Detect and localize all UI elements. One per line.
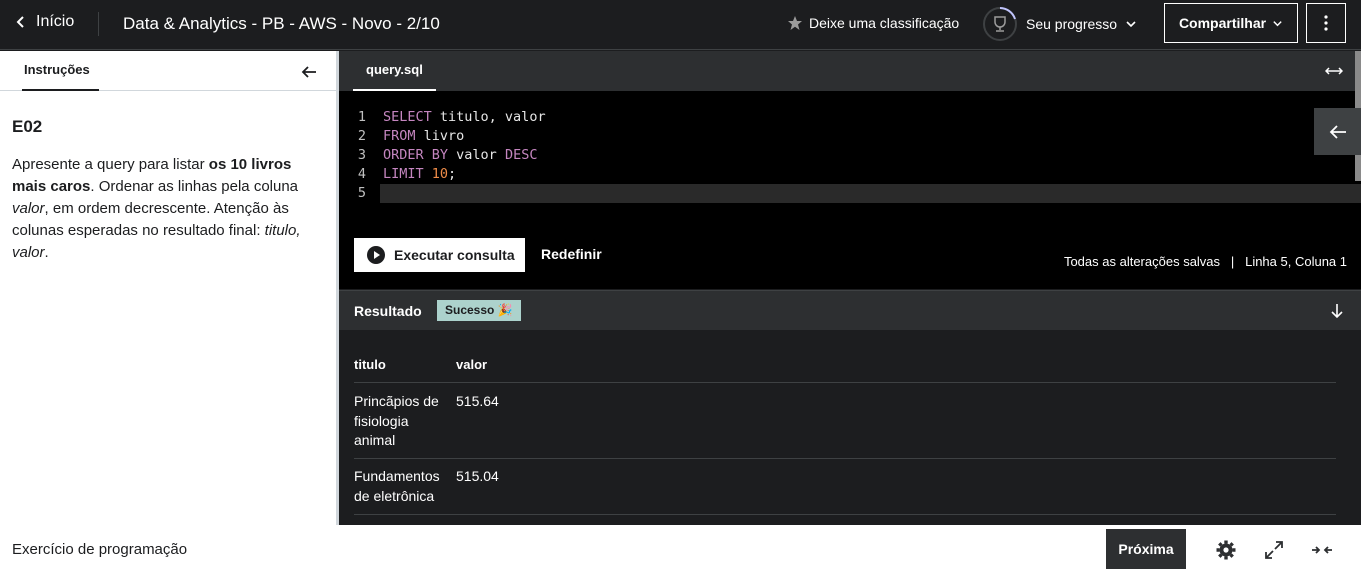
more-options-button[interactable] bbox=[1306, 3, 1346, 43]
desc-text: . Ordenar as linhas pela coluna bbox=[90, 178, 299, 195]
cell-titulo: Fundamentos de eletrônica bbox=[354, 468, 440, 504]
cell-valor: 515.64 bbox=[456, 393, 499, 409]
cell-valor: 515.04 bbox=[456, 468, 499, 484]
sql-keyword: ORDER BY bbox=[383, 147, 449, 163]
top-bar: Início Data & Analytics - PB - AWS - Nov… bbox=[0, 0, 1361, 50]
divider bbox=[98, 12, 99, 36]
next-button[interactable]: Próxima bbox=[1106, 529, 1186, 569]
run-bar: Executar consulta Redefinir Todas as alt… bbox=[339, 219, 1361, 289]
line-number-gutter: 1 2 3 4 5 bbox=[339, 108, 380, 203]
reset-button[interactable]: Redefinir bbox=[541, 246, 602, 262]
code-line: FROM livro bbox=[383, 127, 546, 146]
sql-text: ; bbox=[448, 166, 457, 182]
status-badge: Sucesso 🎉 bbox=[437, 300, 521, 321]
code-line: LIMIT 10; bbox=[383, 165, 546, 184]
code-editor[interactable]: 1 2 3 4 5 SELECT titulo, valor FROM livr… bbox=[339, 91, 1361, 219]
exercise-type-label: Exercício de programação bbox=[12, 541, 188, 558]
progress-button[interactable]: Seu progresso bbox=[982, 6, 1137, 42]
editor-status: Todas as alterações salvas | Linha 5, Co… bbox=[1063, 254, 1347, 269]
expand-horizontal-icon[interactable] bbox=[1325, 63, 1343, 79]
line-number: 3 bbox=[357, 147, 366, 163]
column-header-valor: valor bbox=[456, 357, 488, 372]
line-number: 1 bbox=[357, 109, 366, 125]
tab-instructions[interactable]: Instruções bbox=[22, 51, 99, 91]
row-divider bbox=[354, 382, 1336, 383]
line-number: 2 bbox=[357, 128, 366, 144]
collapse-icon[interactable] bbox=[1311, 539, 1333, 561]
sql-keyword: LIMIT bbox=[383, 166, 424, 182]
course-title: Data & Analytics - PB - AWS - Novo - 2/1… bbox=[123, 14, 440, 33]
sql-text: livro bbox=[415, 128, 465, 144]
sql-text: titulo, valor bbox=[431, 109, 546, 125]
column-header-titulo: titulo bbox=[354, 357, 386, 372]
code-line: SELECT titulo, valor bbox=[383, 108, 546, 127]
desc-italic: valor bbox=[12, 200, 45, 217]
arrow-down-icon[interactable] bbox=[1329, 303, 1345, 319]
row-divider bbox=[354, 514, 1336, 515]
result-table: titulo valor Princãpios de fisiologia an… bbox=[339, 330, 1361, 525]
share-label: Compartilhar bbox=[1178, 15, 1267, 31]
result-header: Resultado Sucesso 🎉 bbox=[339, 290, 1361, 330]
exercise-description: Apresente a query para listar os 10 livr… bbox=[12, 154, 317, 264]
instructions-panel: Instruções E02 Apresente a query para li… bbox=[0, 51, 336, 525]
desc-text: , em ordem decrescente. Atenção às colun… bbox=[12, 200, 289, 239]
exercise-title: E02 bbox=[12, 117, 43, 136]
rate-button[interactable]: Deixe uma classificação bbox=[787, 15, 959, 31]
line-number: 4 bbox=[357, 166, 366, 182]
trophy-icon bbox=[983, 7, 1017, 41]
instructions-tabs: Instruções bbox=[0, 51, 336, 91]
sql-text: valor bbox=[448, 147, 505, 163]
run-query-label: Executar consulta bbox=[394, 247, 515, 263]
chevron-down-icon bbox=[1126, 21, 1136, 28]
fullscreen-icon[interactable] bbox=[1263, 539, 1285, 561]
share-button[interactable]: Compartilhar bbox=[1164, 3, 1298, 43]
row-divider bbox=[354, 458, 1336, 459]
editor-header: query.sql bbox=[339, 51, 1361, 91]
collapse-editor-button[interactable] bbox=[1314, 108, 1361, 155]
star-icon bbox=[788, 16, 802, 30]
run-query-button[interactable]: Executar consulta bbox=[354, 238, 525, 272]
rate-label: Deixe uma classificação bbox=[809, 15, 960, 31]
sql-number: 10 bbox=[431, 166, 449, 182]
more-vertical-icon bbox=[1324, 15, 1328, 31]
back-label: Início bbox=[36, 13, 75, 30]
arrow-left-icon bbox=[1329, 124, 1346, 139]
code-lines: SELECT titulo, valor FROM livro ORDER BY… bbox=[383, 108, 546, 203]
sql-keyword: SELECT bbox=[383, 109, 432, 125]
code-line: ORDER BY valor DESC bbox=[383, 146, 546, 165]
cell-titulo: Princãpios de fisiologia animal bbox=[354, 393, 439, 448]
desc-text: . bbox=[44, 244, 49, 261]
arrow-left-icon[interactable] bbox=[300, 63, 318, 81]
sql-keyword: DESC bbox=[504, 147, 538, 163]
progress-label: Seu progresso bbox=[1026, 16, 1118, 32]
sql-keyword: FROM bbox=[383, 128, 416, 144]
play-icon bbox=[367, 246, 385, 264]
back-button[interactable]: Início bbox=[14, 13, 74, 31]
chevron-left-icon bbox=[16, 16, 24, 28]
footer-bar: Exercício de programação Próxima bbox=[0, 525, 1361, 569]
line-number: 5 bbox=[357, 185, 366, 201]
chevron-down-icon bbox=[1273, 20, 1282, 26]
gear-icon[interactable] bbox=[1215, 539, 1237, 561]
desc-text: Apresente a query para listar bbox=[12, 156, 209, 173]
tab-query-sql[interactable]: query.sql bbox=[353, 51, 436, 91]
result-title: Resultado bbox=[354, 303, 422, 319]
